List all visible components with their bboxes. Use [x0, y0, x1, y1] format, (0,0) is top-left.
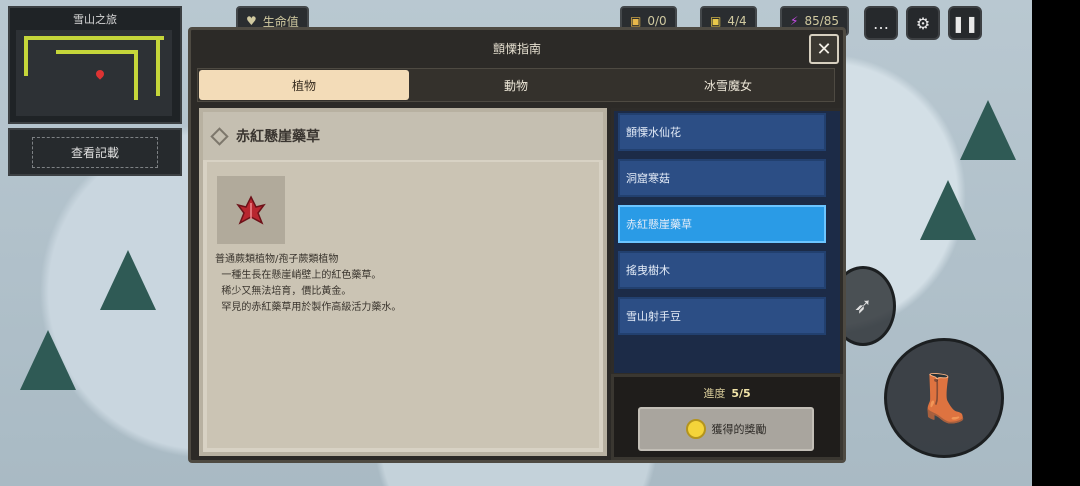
close-button[interactable]: ✕	[809, 34, 839, 64]
list-item[interactable]: 洞窟寒菇	[618, 159, 826, 197]
dash-button[interactable]: 👢	[884, 338, 1004, 458]
guide-dialog: 顫慄指南 ✕ 植物 動物 冰雪魔女 赤紅懸崖藥草 普通蕨類植物/孢子蕨類植物 一…	[188, 27, 846, 463]
rewards-button[interactable]: 獲得的獎勵	[638, 407, 814, 451]
pause-icon: ❚❚	[951, 13, 979, 33]
progress-label: 進度	[703, 387, 726, 400]
entry-name: 赤紅懸崖藥草	[236, 129, 320, 145]
chat-button[interactable]: …	[864, 6, 898, 40]
pause-button[interactable]: ❚❚	[948, 6, 982, 40]
list-item[interactable]: 搖曳樹木	[618, 251, 826, 289]
description-line: 罕見的赤紅藥草用於製作高級活力藥水。	[215, 302, 402, 313]
entry-header: 赤紅懸崖藥草	[203, 112, 603, 160]
snow-tree	[100, 250, 156, 310]
description-line: 一種生長在懸崖峭壁上的紅色藥草。	[215, 270, 382, 281]
entry-body: 普通蕨類植物/孢子蕨類植物 一種生長在懸崖峭壁上的紅色藥草。 稀少又無法培育，價…	[207, 162, 599, 448]
energy-icon: ⚡	[790, 14, 799, 28]
red-herb-icon	[236, 195, 266, 225]
chest-count: 0/0	[647, 14, 667, 28]
minimap-title: 雪山之旅	[73, 13, 117, 26]
progress-value: 5/5	[731, 387, 751, 400]
entry-detail-panel: 赤紅懸崖藥草 普通蕨類植物/孢子蕨類植物 一種生長在懸崖峭壁上的紅色藥草。 稀少…	[199, 108, 607, 456]
minimap[interactable]: 雪山之旅	[8, 6, 182, 124]
gold-box-count: 4/4	[727, 14, 747, 28]
entry-list: 顫慄水仙花 洞窟寒菇 赤紅懸崖藥草 搖曳樹木 雪山射手豆	[611, 108, 843, 376]
list-item[interactable]: 雪山射手豆	[618, 297, 826, 335]
rewards-label: 獲得的獎勵	[711, 423, 767, 436]
close-icon: ✕	[816, 38, 832, 60]
tab-plants[interactable]: 植物	[199, 70, 409, 100]
category-tabs: 植物 動物 冰雪魔女	[197, 68, 835, 102]
winged-boot-icon: 👢	[915, 370, 973, 425]
coin-icon	[685, 419, 706, 439]
entry-description: 普通蕨類植物/孢子蕨類植物 一種生長在懸崖峭壁上的紅色藥草。 稀少又無法培育，價…	[215, 252, 401, 316]
entry-thumbnail	[217, 176, 285, 244]
diamond-icon	[210, 126, 229, 146]
heart-icon: ♥	[246, 14, 257, 28]
view-records-button[interactable]: 查看記載	[8, 128, 182, 176]
snow-tree	[960, 100, 1016, 160]
chest-icon: ▣	[630, 14, 642, 28]
list-item-selected[interactable]: 赤紅懸崖藥草	[618, 205, 826, 243]
snow-tree	[920, 180, 976, 240]
list-item[interactable]: 顫慄水仙花	[618, 113, 826, 151]
energy-count: 85/85	[804, 14, 840, 28]
view-records-label: 查看記載	[31, 136, 158, 168]
progress-line: 進度 5/5	[614, 385, 840, 401]
progress-panel: 進度 5/5 獲得的獎勵	[611, 374, 843, 460]
player-location-pin-icon	[94, 68, 106, 80]
gear-icon: ⚙	[915, 13, 931, 33]
description-line: 普通蕨類植物/孢子蕨類植物	[215, 254, 339, 265]
dialog-title: 顫慄指南	[492, 42, 541, 56]
skill-icon: ➶	[853, 293, 873, 319]
snow-tree	[20, 330, 76, 390]
screen-letterbox	[1032, 0, 1080, 486]
tab-ice-witch[interactable]: 冰雪魔女	[623, 70, 833, 100]
settings-button[interactable]: ⚙	[906, 6, 940, 40]
minimap-map	[16, 30, 172, 116]
tab-animals[interactable]: 動物	[411, 70, 621, 100]
gold-box-icon: ▣	[710, 14, 722, 28]
chat-icon: …	[873, 13, 889, 33]
description-line: 稀少又無法培育，價比黃金。	[215, 286, 352, 297]
